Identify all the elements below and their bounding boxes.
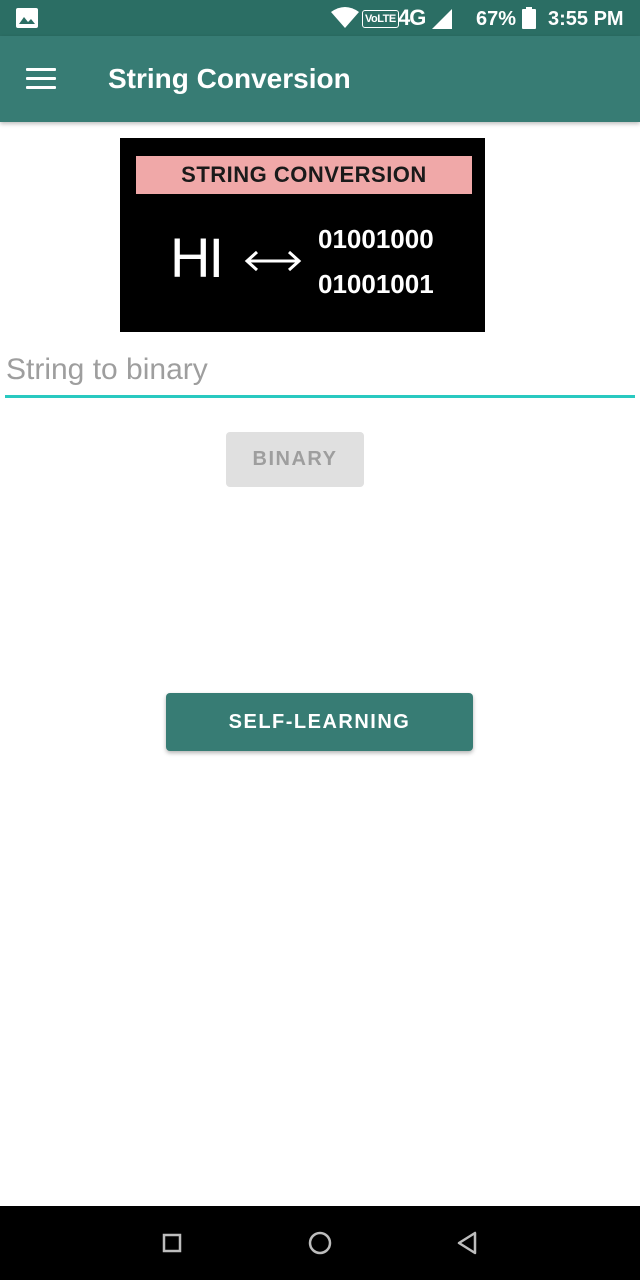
banner-text: HI <box>170 226 224 289</box>
menu-icon[interactable] <box>26 66 58 92</box>
binary-line-2: 01001001 <box>318 269 434 299</box>
navigation-bar <box>0 1206 640 1280</box>
triangle-back-icon[interactable] <box>453 1228 483 1258</box>
square-icon[interactable] <box>157 1228 187 1258</box>
input-underline <box>5 395 635 398</box>
gallery-icon <box>16 8 38 28</box>
string-to-binary-input[interactable] <box>5 346 636 394</box>
app-toolbar: String Conversion <box>0 36 640 122</box>
battery-icon <box>522 7 536 29</box>
status-bar: VoLTE 4G 67% 3:55 PM <box>0 0 640 36</box>
volte-badge: VoLTE <box>362 10 399 28</box>
binary-button[interactable]: BINARY <box>226 432 364 487</box>
banner-image: STRING CONVERSION HI 01001000 01001001 <box>120 138 485 332</box>
signal-icon <box>432 9 452 29</box>
circle-icon[interactable] <box>305 1228 335 1258</box>
page-title: String Conversion <box>108 63 351 94</box>
double-arrow-icon <box>244 250 302 272</box>
network-type: 4G <box>398 5 426 30</box>
wifi-icon <box>331 7 359 28</box>
string-input-container <box>5 346 636 398</box>
banner-title: STRING CONVERSION <box>136 156 472 194</box>
clock: 3:55 PM <box>548 8 624 30</box>
binary-line-1: 01001000 <box>318 224 434 254</box>
self-learning-button[interactable]: SELF-LEARNING <box>166 693 473 751</box>
battery-percent: 67% <box>476 8 517 30</box>
